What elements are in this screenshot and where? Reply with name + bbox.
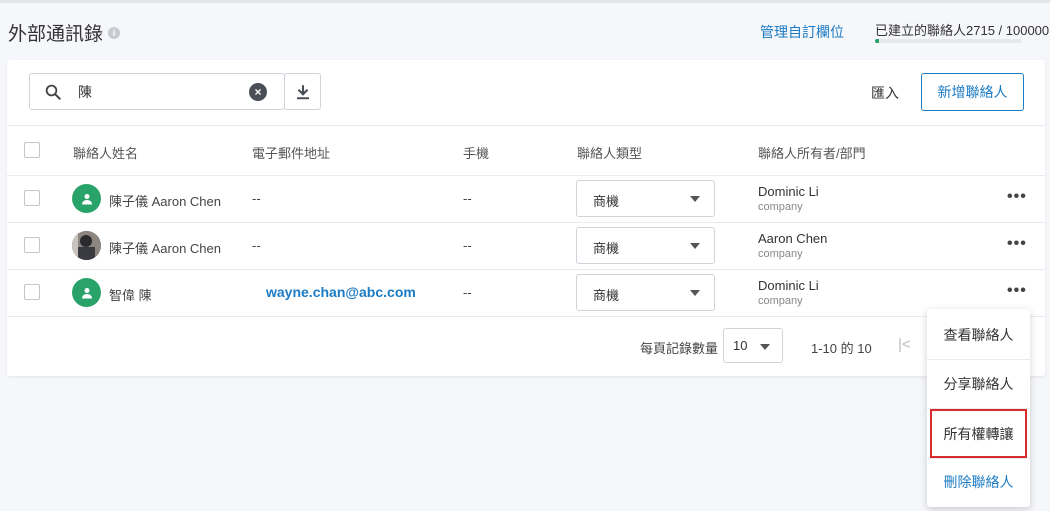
column-header-email[interactable]: 電子郵件地址: [252, 143, 330, 162]
menu-item-delete-contact[interactable]: 刪除聯絡人: [927, 457, 1030, 506]
owner-name: Dominic Li: [758, 278, 819, 293]
download-icon: [296, 84, 309, 99]
menu-item-share-contact[interactable]: 分享聯絡人: [927, 359, 1030, 408]
contact-quota-bar: [875, 39, 1022, 43]
menu-item-transfer-ownership[interactable]: 所有權轉讓: [930, 409, 1027, 458]
per-page-label: 每頁記錄數量: [640, 341, 719, 356]
owner-dept: company: [758, 295, 803, 307]
divider: [7, 269, 1045, 270]
page-range-text: 1-10 的 10: [811, 341, 872, 356]
contact-name[interactable]: 智偉 陳: [109, 285, 152, 304]
contact-type-value: 商機: [593, 241, 620, 256]
more-actions-icon[interactable]: •••: [1007, 235, 1027, 253]
owner-dept: company: [758, 201, 803, 213]
search-box: ×: [29, 73, 285, 110]
row-checkbox[interactable]: [24, 284, 40, 300]
owner-name: Aaron Chen: [758, 231, 828, 246]
row-context-menu: 查看聯絡人 分享聯絡人 所有權轉讓 刪除聯絡人: [927, 309, 1030, 507]
avatar: [72, 231, 101, 260]
chevron-down-icon: [760, 344, 770, 350]
contact-name[interactable]: 陳子儀 Aaron Chen: [109, 238, 221, 257]
contact-quota-text: 已建立的聯絡人2715 / 100000: [875, 23, 1050, 38]
add-contact-button[interactable]: 新增聯絡人: [921, 73, 1024, 111]
more-actions-icon[interactable]: •••: [1007, 188, 1027, 206]
contact-quota-fill: [875, 39, 879, 43]
owner-name: Dominic Li: [758, 184, 819, 199]
contact-email: --: [252, 191, 261, 206]
divider: [7, 222, 1045, 223]
column-header-type[interactable]: 聯絡人類型: [577, 143, 642, 162]
column-header-owner[interactable]: 聯絡人所有者/部門: [758, 143, 866, 162]
contact-type-value: 商機: [593, 288, 620, 303]
divider: [7, 175, 1045, 176]
owner-dept: company: [758, 248, 803, 260]
page-title-text: 外部通訊錄: [8, 24, 104, 45]
contact-name[interactable]: 陳子儀 Aaron Chen: [109, 191, 221, 210]
top-divider: [0, 0, 1050, 3]
chevron-down-icon: [690, 290, 700, 296]
chevron-down-icon: [690, 243, 700, 249]
contact-phone: --: [463, 238, 472, 253]
divider: [7, 125, 1045, 126]
search-input[interactable]: [78, 80, 243, 104]
chevron-down-icon: [690, 196, 700, 202]
column-header-phone[interactable]: 手機: [463, 143, 489, 162]
manage-custom-fields-link[interactable]: 管理自訂欄位: [760, 22, 844, 42]
contact-type-select[interactable]: 商機: [576, 180, 715, 217]
row-checkbox[interactable]: [24, 237, 40, 253]
menu-item-view-contact[interactable]: 查看聯絡人: [927, 310, 1030, 359]
column-header-name[interactable]: 聯絡人姓名: [73, 143, 138, 162]
profile-photo: [72, 231, 101, 260]
contact-type-select[interactable]: 商機: [576, 227, 715, 264]
clear-search-icon[interactable]: ×: [249, 83, 267, 101]
contact-phone: --: [463, 191, 472, 206]
divider: [7, 316, 1045, 317]
person-icon: [81, 287, 92, 298]
per-page-value: 10: [733, 338, 748, 353]
contact-email-link[interactable]: wayne.chan@abc.com: [266, 284, 416, 300]
more-actions-icon[interactable]: •••: [1007, 282, 1027, 300]
select-all-checkbox[interactable]: [24, 142, 40, 158]
person-icon: [81, 193, 92, 204]
avatar: [72, 184, 101, 213]
contact-type-value: 商機: [593, 194, 620, 209]
search-icon: [45, 84, 61, 100]
contact-email: --: [252, 238, 261, 253]
per-page-select[interactable]: 10: [723, 328, 783, 363]
contact-type-select[interactable]: 商機: [576, 274, 715, 311]
import-link[interactable]: 匯入: [871, 83, 899, 103]
info-icon[interactable]: i: [108, 26, 121, 39]
row-checkbox[interactable]: [24, 190, 40, 206]
contact-phone: --: [463, 285, 472, 300]
page-title: 外部通訊錄 i: [8, 19, 121, 46]
avatar: [72, 278, 101, 307]
first-page-icon[interactable]: |<: [898, 336, 911, 353]
download-button[interactable]: [284, 73, 321, 110]
contacts-card: × 匯入 新增聯絡人 聯絡人姓名 電子郵件地址 手機 聯絡人類型 聯絡人所有者/…: [7, 60, 1045, 376]
